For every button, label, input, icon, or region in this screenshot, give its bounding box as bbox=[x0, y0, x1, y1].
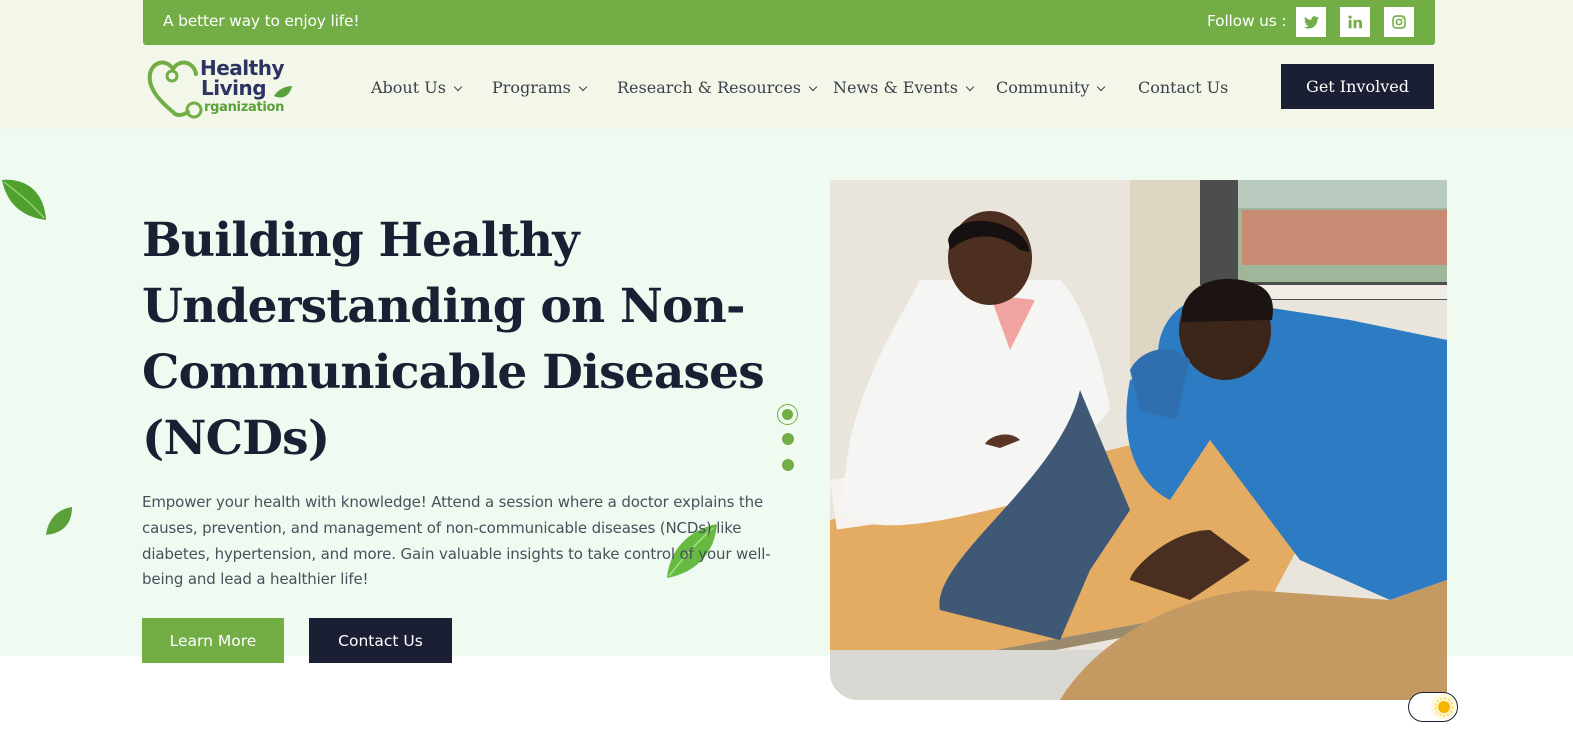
leaf-decoration-icon bbox=[2, 179, 46, 220]
nav-item-label: Contact Us bbox=[1138, 78, 1229, 97]
instagram-link[interactable] bbox=[1384, 7, 1414, 37]
logo-line-organization: rganization bbox=[204, 100, 285, 115]
twitter-icon bbox=[1303, 15, 1319, 28]
chevron-down-icon bbox=[453, 82, 463, 92]
nav-item-research-resources[interactable]: Research & Resources bbox=[617, 78, 818, 97]
leaf-decoration-icon bbox=[46, 507, 72, 535]
hero-description: Empower your health with knowledge! Atte… bbox=[142, 493, 771, 589]
sun-icon bbox=[1431, 694, 1456, 719]
page: A better way to enjoy life! Follow us : bbox=[0, 0, 1573, 737]
follow-us-label: Follow us : bbox=[1207, 12, 1287, 30]
logo-line-living: Living bbox=[201, 76, 267, 100]
nav-item-label: Programs bbox=[492, 78, 571, 97]
nav-item-programs[interactable]: Programs bbox=[492, 78, 588, 97]
top-bar: A better way to enjoy life! Follow us : bbox=[143, 0, 1435, 45]
get-involved-button[interactable]: Get Involved bbox=[1281, 64, 1434, 109]
theme-toggle[interactable] bbox=[1408, 692, 1458, 722]
contact-us-button[interactable]: Contact Us bbox=[309, 618, 452, 663]
nav-item-news-events[interactable]: News & Events bbox=[833, 78, 975, 97]
slide-dot-2[interactable] bbox=[782, 433, 794, 445]
site-logo[interactable]: Healthy Living rganization bbox=[146, 54, 296, 120]
hero-title: Building Healthy Understanding on Non-Co… bbox=[142, 213, 765, 466]
chevron-down-icon bbox=[965, 82, 975, 92]
chevron-down-icon bbox=[578, 82, 588, 92]
nav-item-label: About Us bbox=[371, 78, 446, 97]
slide-dot-1[interactable] bbox=[777, 404, 798, 425]
nav-item-community[interactable]: Community bbox=[996, 78, 1106, 97]
linkedin-icon bbox=[1348, 15, 1362, 29]
instagram-icon bbox=[1392, 15, 1406, 29]
nav-item-about-us[interactable]: About Us bbox=[371, 78, 463, 97]
nav-item-label: Community bbox=[996, 78, 1090, 97]
nav-item-label: Research & Resources bbox=[617, 78, 802, 97]
learn-more-button[interactable]: Learn More bbox=[142, 618, 284, 663]
nav-item-contact-us[interactable]: Contact Us bbox=[1138, 78, 1228, 97]
chevron-down-icon bbox=[808, 82, 818, 92]
slide-dot-3[interactable] bbox=[782, 459, 794, 471]
hero-image bbox=[830, 180, 1447, 700]
nav-item-label: News & Events bbox=[833, 78, 958, 97]
tagline: A better way to enjoy life! bbox=[163, 12, 360, 30]
linkedin-link[interactable] bbox=[1340, 7, 1370, 37]
chevron-down-icon bbox=[1097, 82, 1106, 92]
twitter-link[interactable] bbox=[1296, 7, 1326, 37]
